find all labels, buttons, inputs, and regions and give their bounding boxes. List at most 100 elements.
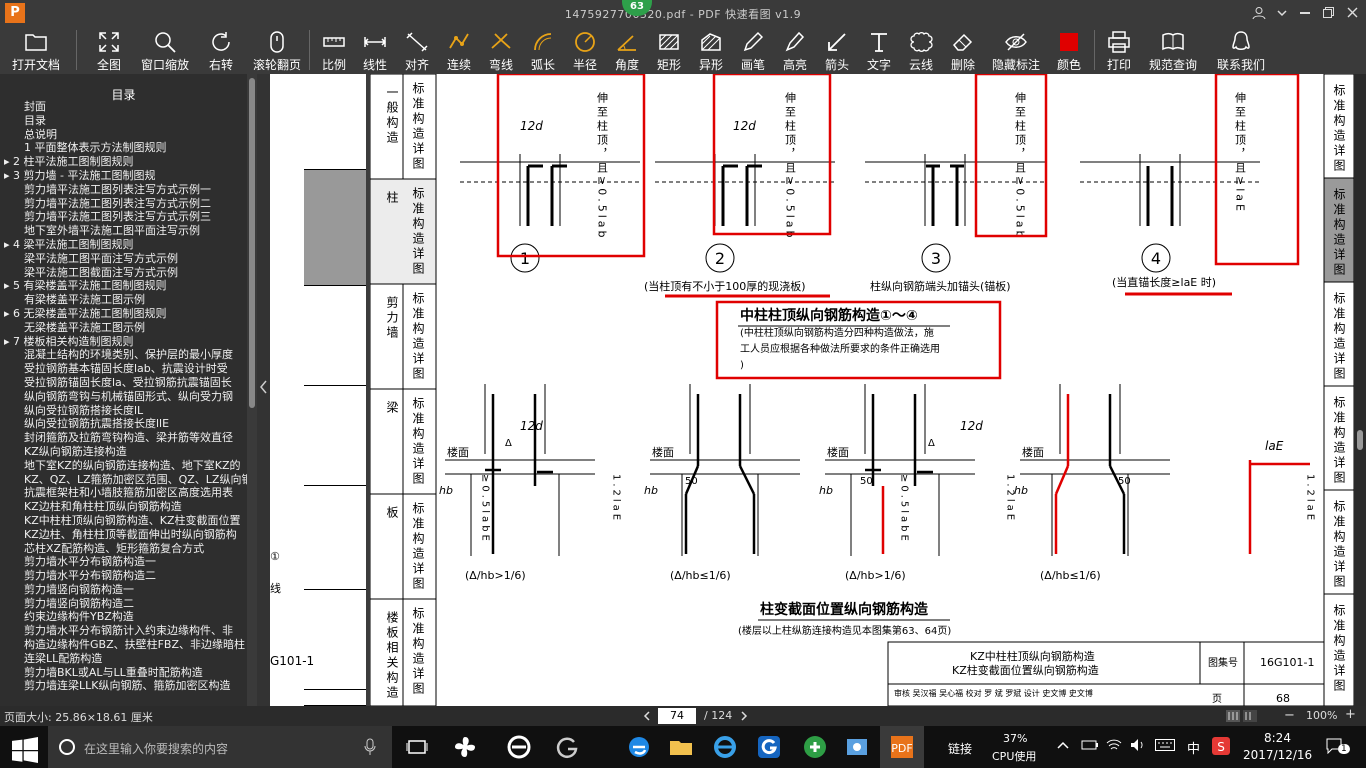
toc-item[interactable]: 剪力墙平法施工图列表注写方式示例二 (0, 197, 247, 211)
toc-item[interactable]: 1 平面整体表示方法制图规则 (0, 141, 247, 155)
expand-arrow-icon[interactable]: ▸ (4, 238, 13, 251)
toc-item[interactable]: 剪力墙竖向钢筋构造二 (0, 597, 247, 611)
cloud-line-button[interactable]: 云线 (900, 26, 942, 74)
curve-button[interactable]: 弯线 (480, 26, 522, 74)
zoom-in-icon[interactable]: + (1345, 707, 1356, 722)
photo-app-icon[interactable] (844, 734, 870, 760)
color-button[interactable]: 颜色 (1048, 26, 1090, 74)
toc-item[interactable]: 地下室外墙平法施工图平面注写示例 (0, 224, 247, 238)
toc-item[interactable]: 无梁楼盖平法施工图示例 (0, 321, 247, 335)
hide-annotations-button[interactable]: 隐藏标注 (984, 26, 1048, 74)
toc-item[interactable]: 约束边缘构件YBZ构造 (0, 610, 247, 624)
align-button[interactable]: 对齐 (396, 26, 438, 74)
toc-item[interactable]: 地下室KZ的纵向钢筋连接构造、地下室KZ的 (0, 459, 247, 473)
next-page-icon[interactable] (740, 711, 748, 721)
expand-arrow-icon[interactable]: ▸ (4, 169, 13, 182)
page-number-input[interactable]: 74 (658, 708, 696, 724)
toc-item[interactable]: 连梁LL配筋构造 (0, 652, 247, 666)
rectangle-button[interactable]: 矩形 (648, 26, 690, 74)
document-viewer[interactable]: ① 线 G101-1 一般构造 标准构造详图柱标准构造详图 剪力墙 标准构造详图梁标准… (270, 74, 1354, 706)
toc-item[interactable]: 纵向受拉钢筋搭接长度lL (0, 404, 247, 418)
collapse-sidebar-button[interactable] (257, 74, 270, 706)
toc-item[interactable]: 剪力墙水平分布钢筋构造一 (0, 555, 247, 569)
text-button[interactable]: 文字 (858, 26, 900, 74)
toc-item[interactable]: ▸ 5 有梁楼盖平法施工图制图规则 (0, 279, 247, 293)
maximize-icon[interactable] (1323, 7, 1334, 18)
green-app-icon[interactable] (802, 734, 828, 760)
rotate-right-button[interactable]: 右转 (193, 26, 249, 74)
windows-start-icon[interactable] (12, 737, 38, 763)
view-mode-icon[interactable] (1226, 710, 1274, 722)
linear-button[interactable]: 线性 (354, 26, 396, 74)
toc-item[interactable]: 梁平法施工图截面注写方式示例 (0, 266, 247, 280)
viewer-scroll-thumb[interactable] (1357, 430, 1363, 450)
zoom-out-icon[interactable]: − (1284, 708, 1295, 723)
internet-explorer-icon[interactable] (712, 734, 738, 760)
toc-item[interactable]: 构造边缘构件GBZ、扶壁柱FBZ、非边缘暗柱 (0, 638, 247, 652)
user-icon[interactable] (1252, 6, 1266, 20)
toc-item[interactable]: 封闭箍筋及拉筋弯钩构造、梁并筋等效直径 (0, 431, 247, 445)
irregular-shape-button[interactable]: 异形 (690, 26, 732, 74)
expand-arrow-icon[interactable]: ▸ (4, 307, 13, 320)
skin-icon[interactable] (1276, 7, 1288, 19)
expand-arrow-icon[interactable]: ▸ (4, 155, 13, 168)
toc-item[interactable]: KZ中柱柱顶纵向钢筋构造、KZ柱变截面位置 (0, 514, 247, 528)
edge-browser-icon[interactable] (506, 734, 532, 760)
toc-item[interactable]: 混凝土结构的环境类别、保护层的最小厚度 (0, 348, 247, 362)
toc-item[interactable]: 有梁楼盖平法施工图示例 (0, 293, 247, 307)
toc-item[interactable]: KZ边柱、角柱柱顶等截面伸出时纵向钢筋构 (0, 528, 247, 542)
toc-item[interactable]: ▸ 4 梁平法施工图制图规则 (0, 238, 247, 252)
file-explorer-icon[interactable] (668, 734, 694, 760)
close-icon[interactable] (1347, 7, 1358, 18)
toc-item[interactable]: KZ边柱和角柱柱顶纵向钢筋构造 (0, 500, 247, 514)
toc-item[interactable]: 梁平法施工图平面注写方式示例 (0, 252, 247, 266)
toc-item[interactable]: 抗震框架柱和小墙肢箍筋加密区高度选用表 (0, 486, 247, 500)
toc-item[interactable]: ▸ 3 剪力墙 - 平法施工图制图规 (0, 169, 247, 183)
sogou-ime-icon[interactable]: S (1212, 737, 1230, 755)
highlight-button[interactable]: 高亮 (774, 26, 816, 74)
toc-item[interactable]: 芯柱XZ配筋构造、矩形箍筋复合方式 (0, 542, 247, 556)
toc-item[interactable]: ▸ 2 柱平法施工图制图规则 (0, 155, 247, 169)
toc-item[interactable]: KZ、QZ、LZ箍筋加密区范围、QZ、LZ纵向钢 (0, 473, 247, 487)
toc-item[interactable]: ▸ 6 无梁楼盖平法施工图制图规则 (0, 307, 247, 321)
window-zoom-button[interactable]: 窗口缩放 (137, 26, 193, 74)
print-button[interactable]: 打印 (1099, 26, 1139, 74)
minimize-icon[interactable] (1300, 12, 1310, 14)
battery-icon[interactable] (1081, 738, 1099, 752)
radius-button[interactable]: 半径 (564, 26, 606, 74)
active-app-tile[interactable]: PDF (880, 726, 924, 768)
scale-button[interactable]: 比例 (314, 26, 354, 74)
clock-time[interactable]: 8:24 (1264, 731, 1291, 745)
task-view-icon[interactable] (404, 734, 430, 760)
volume-icon[interactable] (1130, 738, 1146, 752)
contact-us-button[interactable]: 联系我们 (1207, 26, 1275, 74)
browser-g-icon[interactable] (756, 734, 782, 760)
arc-length-button[interactable]: 弧长 (522, 26, 564, 74)
swirl-app-icon[interactable] (554, 734, 580, 760)
toc-item[interactable]: 受拉钢筋基本锚固长度lab、抗震设计时受 (0, 362, 247, 376)
search-box[interactable]: 在这里输入你要搜索的内容 (48, 726, 392, 768)
open-document-button[interactable]: 打开文档 (0, 26, 72, 74)
toc-scroll-thumb[interactable] (249, 78, 255, 408)
toc-item[interactable]: 剪力墙水平分布钢筋计入约束边缘构件、非 (0, 624, 247, 638)
keyboard-icon[interactable] (1155, 739, 1175, 751)
viewer-scrollbar[interactable] (1354, 74, 1366, 706)
arrow-button[interactable]: 箭头 (816, 26, 858, 74)
expand-arrow-icon[interactable]: ▸ (4, 279, 13, 292)
clock-date[interactable]: 2017/12/16 (1243, 748, 1312, 762)
ime-indicator[interactable]: 中 (1187, 738, 1200, 757)
zoom-level[interactable]: 100% (1306, 709, 1337, 722)
toc-item[interactable]: KZ纵向钢筋连接构造 (0, 445, 247, 459)
expand-arrow-icon[interactable]: ▸ (4, 335, 13, 348)
delete-button[interactable]: 删除 (942, 26, 984, 74)
full-view-button[interactable]: 全图 (81, 26, 137, 74)
fan-app-icon[interactable] (452, 734, 478, 760)
link-label[interactable]: 链接 (948, 740, 972, 757)
edge-icon[interactable] (626, 734, 652, 760)
toc-item[interactable]: 剪力墙BKL或AL与LL重叠时配筋构造 (0, 666, 247, 680)
wifi-icon[interactable] (1106, 738, 1122, 752)
toc-item[interactable]: 总说明 (0, 128, 247, 142)
toc-item[interactable]: ▸ 7 楼板相关构造制图规则 (0, 335, 247, 349)
toc-item[interactable]: 剪力墙水平分布钢筋构造二 (0, 569, 247, 583)
toc-item[interactable]: 纵向钢筋弯钩与机械锚固形式、纵向受力钢 (0, 390, 247, 404)
